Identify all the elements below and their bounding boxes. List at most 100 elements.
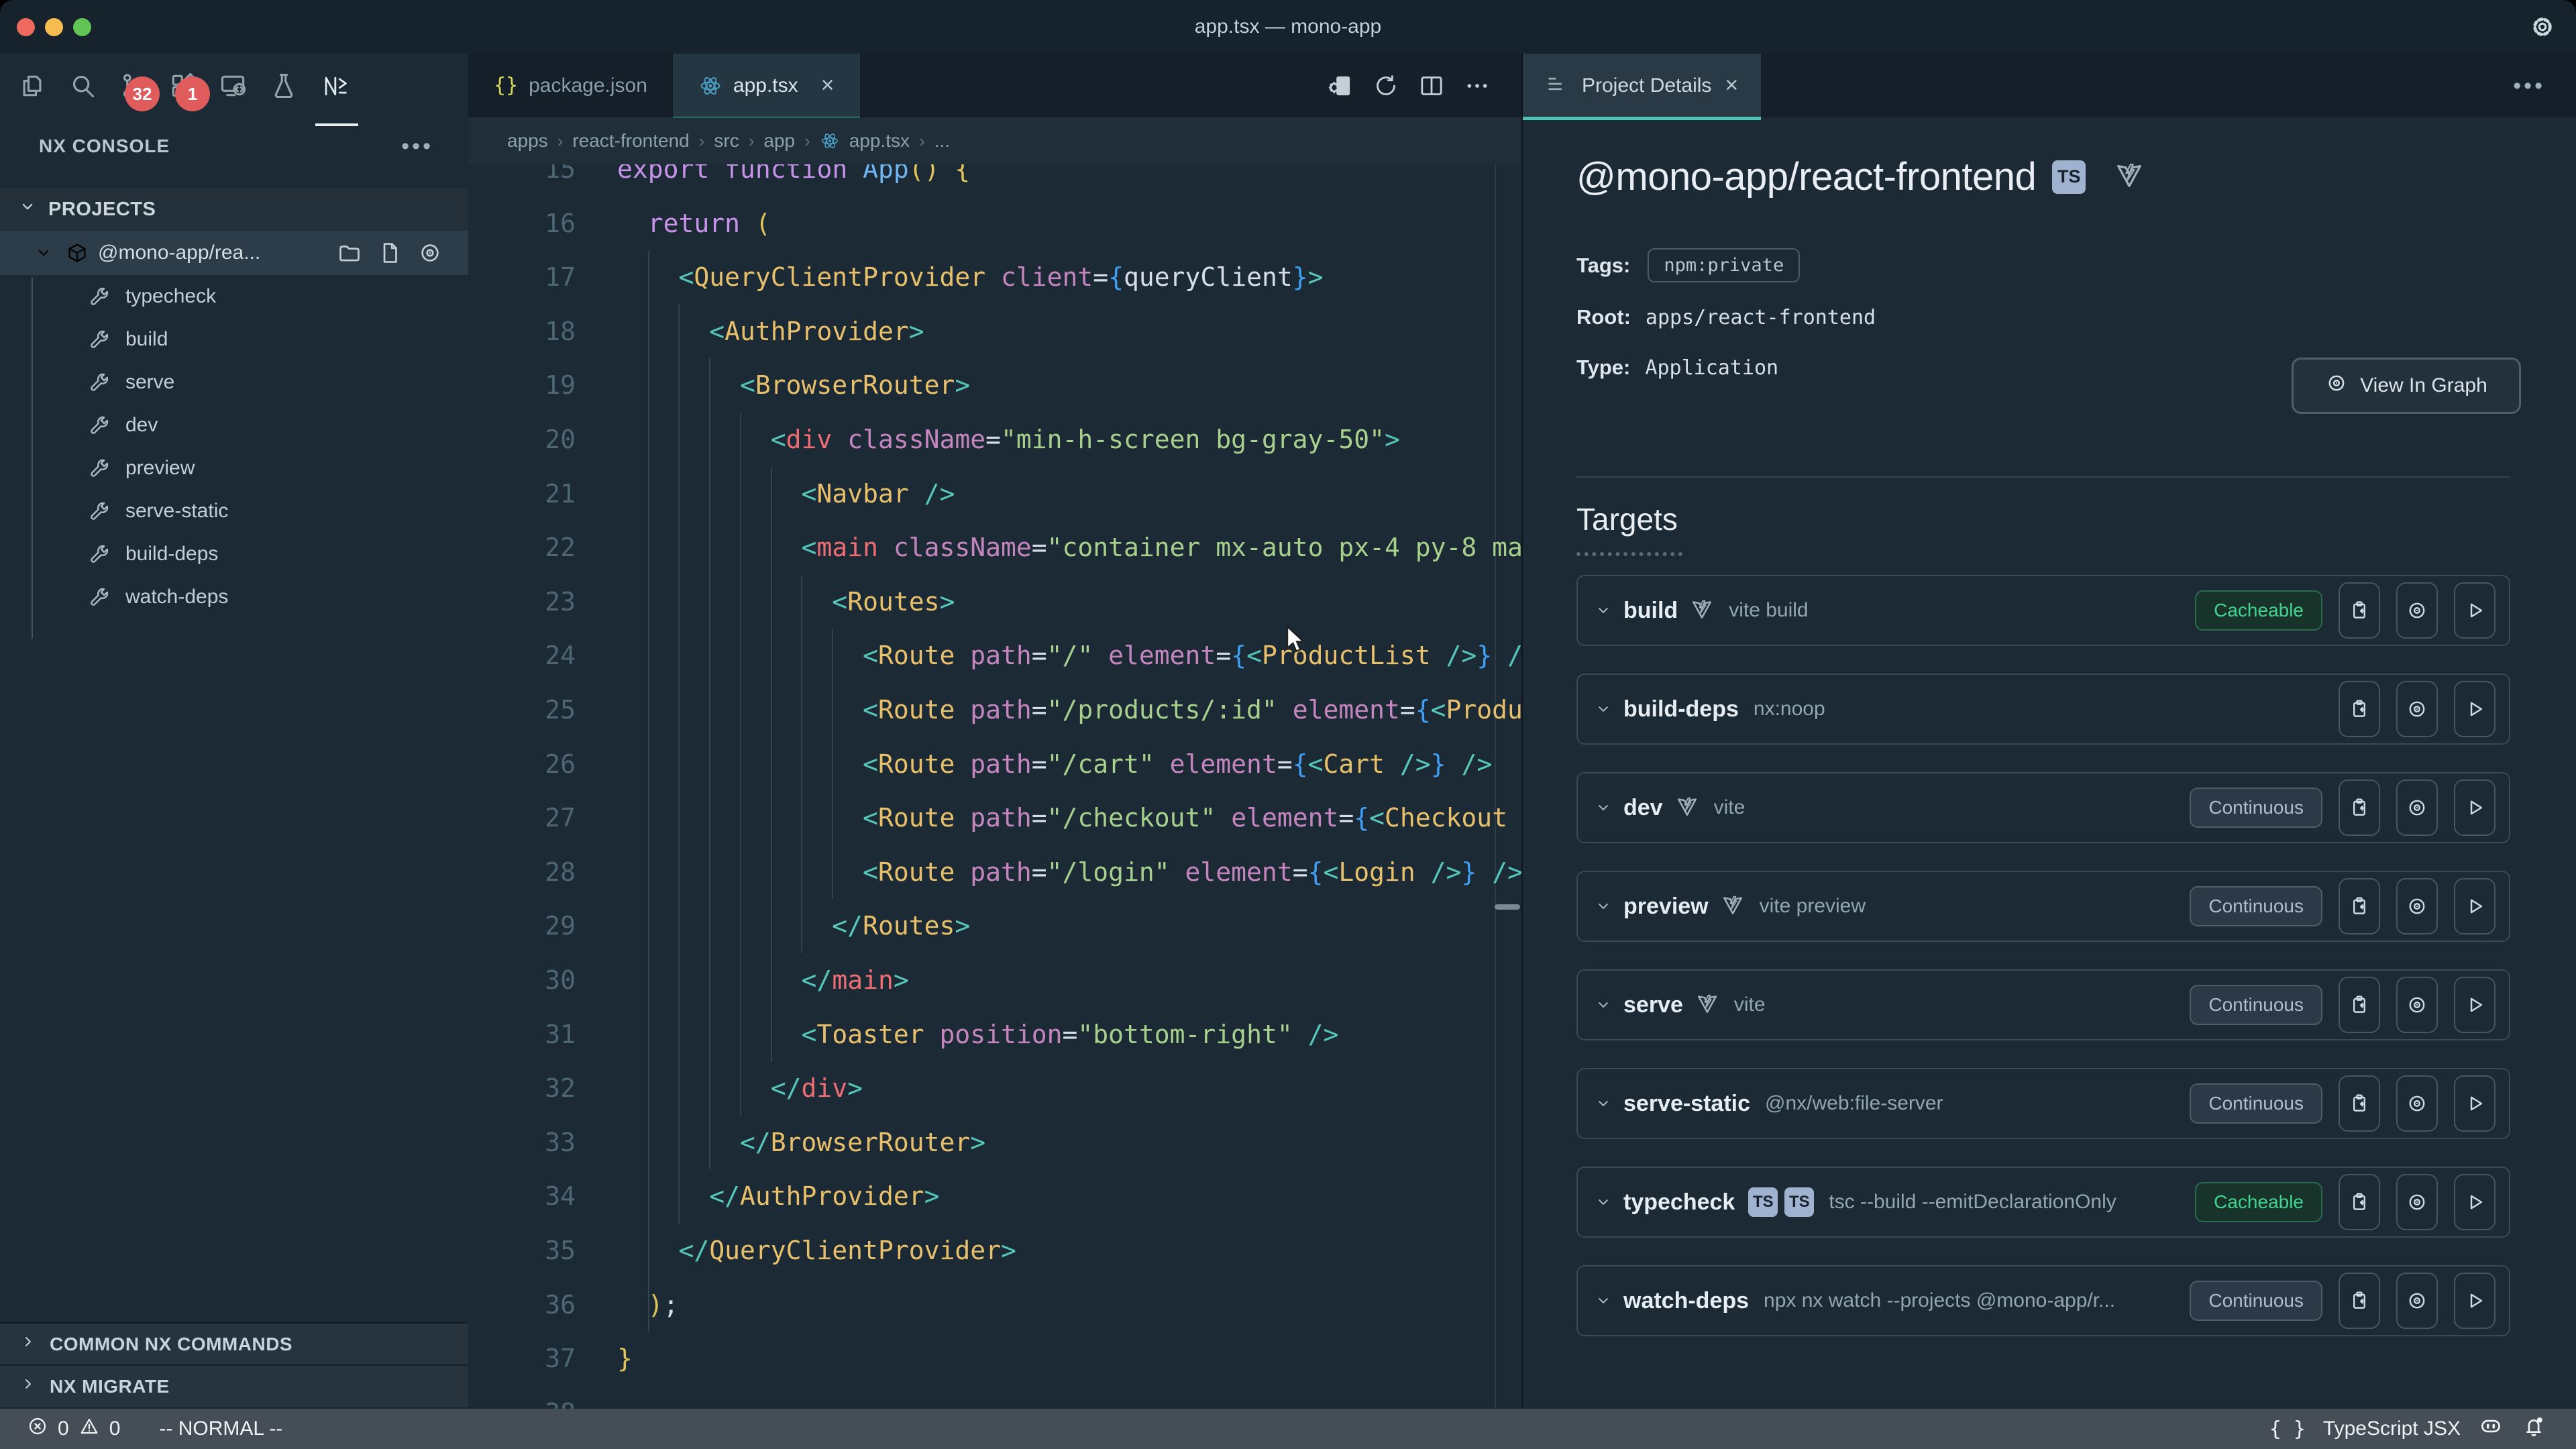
language-mode[interactable]: TypeScript JSX	[2323, 1417, 2461, 1440]
target-label: watch-deps	[125, 586, 228, 608]
activity-item-remote-icon[interactable]	[219, 71, 248, 101]
breadcrumb-item[interactable]: react-frontend	[572, 130, 689, 152]
target-button[interactable]	[2396, 1273, 2438, 1329]
more-icon[interactable]: •••	[2513, 79, 2576, 93]
section-common-nx-commands[interactable]: COMMON NX COMMANDS	[0, 1322, 468, 1364]
sidebar-target-preview[interactable]: preview	[0, 447, 468, 490]
play-button[interactable]	[2454, 780, 2496, 836]
activity-item-nx-icon[interactable]	[319, 71, 349, 101]
breadcrumb-item[interactable]: ...	[934, 130, 950, 152]
copy-icon	[2348, 698, 2371, 720]
copy-button[interactable]	[2339, 1273, 2380, 1329]
copy-button[interactable]	[2339, 1174, 2380, 1230]
badge: 32	[125, 76, 160, 111]
code-text: <div className="min-h-screen bg-gray-50"…	[617, 413, 1400, 467]
copy-button[interactable]	[2339, 1075, 2380, 1132]
project-title-row: @mono-app/react-frontend TS	[1576, 154, 2145, 199]
problems-status[interactable]: 0 0 -- NORMAL --	[0, 1415, 282, 1442]
projects-section-header[interactable]: PROJECTS	[0, 188, 468, 231]
refresh-icon[interactable]	[1373, 72, 1399, 99]
activity-item-beaker-icon[interactable]	[269, 71, 299, 101]
status-badge: Continuous	[2190, 886, 2322, 926]
target-button[interactable]	[2396, 1174, 2438, 1230]
target-button[interactable]	[2396, 1075, 2438, 1132]
sidebar-target-dev[interactable]: dev	[0, 404, 468, 447]
play-button[interactable]	[2454, 1174, 2496, 1230]
activity-item-source-control-icon[interactable]: 32	[118, 71, 148, 101]
target-button[interactable]	[2396, 780, 2438, 836]
split-editor-icon[interactable]	[1418, 72, 1445, 99]
vim-mode-indicator: -- NORMAL --	[159, 1417, 282, 1440]
copilot-icon[interactable]	[2478, 1413, 2504, 1444]
badge: 1	[175, 76, 210, 111]
editor-group: {}package.jsonapp.tsx× apps›react-fronte…	[468, 54, 1521, 1409]
target-icon	[2406, 599, 2428, 622]
sidebar-target-build-deps[interactable]: build-deps	[0, 533, 468, 576]
target-card-preview[interactable]: previewvite previewContinuous	[1576, 871, 2510, 942]
file-icon[interactable]	[377, 240, 402, 266]
breadcrumb-item[interactable]: app	[763, 130, 795, 152]
play-button[interactable]	[2454, 1273, 2496, 1329]
target-card-build-deps[interactable]: build-depsnx:noop	[1576, 674, 2510, 745]
breadcrumb[interactable]: apps›react-frontend›src›app›app.tsx›...	[468, 117, 1521, 164]
more-icon[interactable]	[1464, 72, 1491, 99]
tab-project-details[interactable]: Project Details ×	[1523, 54, 1761, 117]
folder-icon[interactable]	[337, 240, 362, 266]
play-button[interactable]	[2454, 878, 2496, 934]
copy-icon	[2348, 1092, 2371, 1115]
sidebar-target-serve-static[interactable]: serve-static	[0, 490, 468, 533]
copy-button[interactable]	[2339, 977, 2380, 1033]
play-button[interactable]	[2454, 582, 2496, 639]
close-icon[interactable]: ×	[1725, 72, 1738, 99]
breadcrumb-item[interactable]: app.tsx	[849, 130, 910, 152]
sidebar-target-build[interactable]: build	[0, 318, 468, 361]
code-text: <Route path="/login" element={<Login />}…	[617, 845, 1521, 900]
target-button[interactable]	[2396, 582, 2438, 639]
close-icon[interactable]: ×	[821, 72, 835, 99]
view-in-graph-label: View In Graph	[2360, 374, 2487, 397]
target-card-dev[interactable]: devviteContinuous	[1576, 772, 2510, 843]
run-config-icon[interactable]	[1327, 72, 1354, 99]
more-icon[interactable]: •••	[401, 140, 433, 153]
breadcrumb-item[interactable]: apps	[507, 130, 548, 152]
code-editor[interactable]: 15export function App() {16 return (17 <…	[468, 164, 1521, 1409]
sidebar-item-project[interactable]: @mono-app/rea...	[0, 231, 468, 275]
target-button[interactable]	[2396, 681, 2438, 737]
view-in-graph-button[interactable]: View In Graph	[2292, 358, 2521, 414]
copy-button[interactable]	[2339, 582, 2380, 639]
tab-package.json[interactable]: {}package.json	[468, 54, 673, 117]
target-icon[interactable]	[417, 240, 443, 266]
target-command: @nx/web:file-server	[1765, 1092, 1943, 1115]
code-text: <Routes>	[617, 575, 955, 629]
sidebar-target-serve[interactable]: serve	[0, 361, 468, 404]
code-line-36: 36 );	[468, 1278, 1521, 1332]
project-name: @mono-app/rea...	[98, 241, 260, 264]
activity-item-files-icon[interactable]	[17, 71, 47, 101]
section-nx-migrate[interactable]: NX MIGRATE	[0, 1364, 468, 1407]
copy-button[interactable]	[2339, 878, 2380, 934]
target-card-typecheck[interactable]: typecheckTSTStsc --build --emitDeclarati…	[1576, 1167, 2510, 1238]
sidebar-target-watch-deps[interactable]: watch-deps	[0, 576, 468, 619]
sidebar-target-typecheck[interactable]: typecheck	[0, 275, 468, 318]
breadcrumb-item[interactable]: src	[714, 130, 739, 152]
line-number: 16	[468, 197, 576, 251]
target-card-serve[interactable]: serveviteContinuous	[1576, 969, 2510, 1040]
activity-item-extensions-icon[interactable]: 1	[168, 71, 198, 101]
gear-icon[interactable]	[2528, 12, 2557, 45]
code-text: </AuthProvider>	[617, 1169, 939, 1224]
tab-app.tsx[interactable]: app.tsx×	[673, 54, 860, 117]
copy-button[interactable]	[2339, 681, 2380, 737]
bell-icon[interactable]	[2521, 1413, 2546, 1444]
play-button[interactable]	[2454, 1075, 2496, 1132]
panel-body: @mono-app/react-frontend TS Tags: npm:pr…	[1523, 117, 2576, 1409]
target-button[interactable]	[2396, 977, 2438, 1033]
play-button[interactable]	[2454, 977, 2496, 1033]
activity-item-search-icon[interactable]	[68, 71, 97, 101]
target-card-build[interactable]: buildvite buildCacheable	[1576, 575, 2510, 646]
target-button[interactable]	[2396, 878, 2438, 934]
target-card-watch-deps[interactable]: watch-depsnpx nx watch --projects @mono-…	[1576, 1265, 2510, 1336]
copy-button[interactable]	[2339, 780, 2380, 836]
target-card-serve-static[interactable]: serve-static@nx/web:file-serverContinuou…	[1576, 1068, 2510, 1139]
copy-icon	[2348, 1289, 2371, 1312]
play-button[interactable]	[2454, 681, 2496, 737]
